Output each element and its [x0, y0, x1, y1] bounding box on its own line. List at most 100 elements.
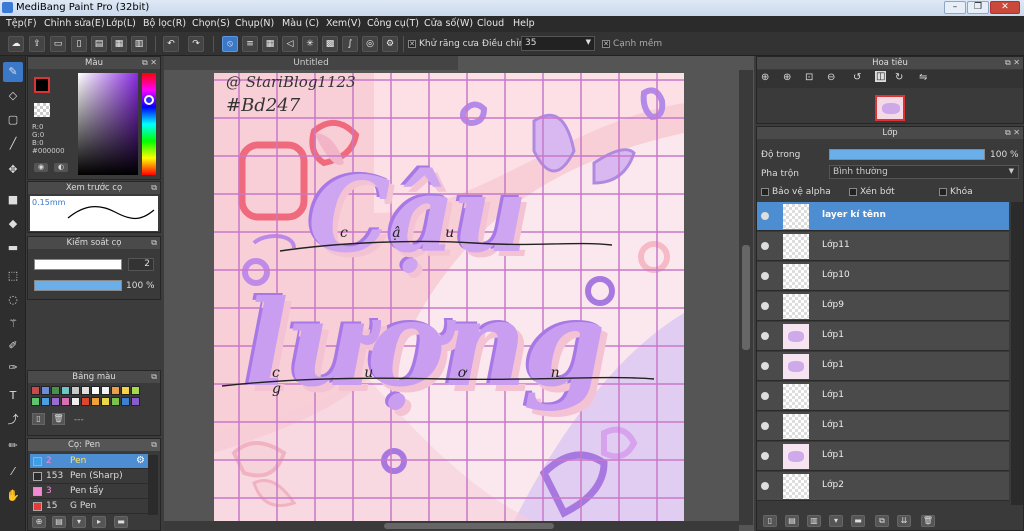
palette-swatch[interactable] — [91, 386, 100, 395]
visibility-eye-icon[interactable] — [761, 392, 769, 400]
merge-down-icon[interactable]: ⇊ — [897, 515, 911, 527]
navigator-thumbnail[interactable] — [875, 95, 905, 121]
palette-swatch[interactable] — [31, 397, 40, 406]
divide-tool-icon[interactable]: ✏ — [3, 436, 23, 456]
palette-swatch[interactable] — [81, 397, 90, 406]
dot-tool-icon[interactable]: ▢ — [3, 110, 23, 130]
foreground-color-swatch[interactable] — [34, 77, 50, 93]
new-layer-icon[interactable]: ▯ — [763, 515, 777, 527]
zoom-in-icon[interactable]: ⊕ — [783, 72, 791, 83]
palette-swatch[interactable] — [101, 397, 110, 406]
saturation-value-picker[interactable] — [78, 73, 138, 175]
folder-icon[interactable]: ▬ — [114, 516, 128, 528]
menu-color[interactable]: Màu (C) — [282, 18, 319, 29]
undock-icon[interactable]: ⧉ — [151, 182, 157, 194]
select-eraser-icon[interactable]: ✑ — [3, 358, 23, 378]
import-brush-icon[interactable]: ▾ — [72, 516, 86, 528]
adjust-select[interactable]: 35 ▼ — [521, 36, 595, 51]
curve-snap-icon[interactable]: ∫ — [342, 36, 358, 52]
new-page-icon[interactable]: ▯ — [71, 36, 87, 52]
palette-swatch[interactable] — [61, 397, 70, 406]
gear-icon[interactable]: ⚙ — [1008, 208, 1009, 223]
layer-row[interactable]: Lớp1 — [757, 442, 1009, 471]
layer-row[interactable]: Lớp9 — [757, 292, 1009, 321]
menu-window[interactable]: Cửa số(W) — [424, 18, 473, 29]
zoom-in-icon[interactable]: ⊕ — [761, 72, 769, 83]
brush-item[interactable]: 2 Pen ⚙ — [30, 454, 148, 469]
comic-page-icon[interactable]: ▦ — [111, 36, 127, 52]
more-icon[interactable]: ▸ — [92, 516, 106, 528]
palette-swatch[interactable] — [81, 386, 90, 395]
circle-snap-icon[interactable]: ◎ — [362, 36, 378, 52]
horizontal-scrollbar[interactable] — [164, 521, 739, 531]
layer-row[interactable]: Lớp1 — [757, 352, 1009, 381]
layer-opacity-slider[interactable] — [829, 149, 985, 160]
visibility-eye-icon[interactable] — [761, 212, 769, 220]
vertical-scrollbar[interactable] — [739, 70, 753, 525]
cross-snap-icon[interactable]: ▦ — [262, 36, 278, 52]
layer-row[interactable]: Lớp10 — [757, 262, 1009, 291]
layer-row[interactable]: Lớp11 — [757, 232, 1009, 261]
palette-swatch[interactable] — [121, 386, 130, 395]
bucket-tool-icon[interactable]: ◆ — [3, 214, 23, 234]
add-more-icon[interactable]: ▾ — [829, 515, 843, 527]
menu-file[interactable]: Tệp(F) — [6, 18, 37, 29]
panel-layout-icon[interactable]: ▥ — [131, 36, 147, 52]
gradient-tool-icon[interactable]: ▬ — [3, 238, 23, 258]
palette-swatch[interactable] — [71, 397, 80, 406]
trash-icon[interactable]: 🗑 — [52, 413, 65, 425]
brush-size-field[interactable]: 2 — [128, 258, 154, 271]
brush-size-slider[interactable] — [34, 259, 122, 270]
menu-view[interactable]: Xem(V) — [326, 18, 361, 29]
share-icon[interactable]: ⇪ — [29, 36, 45, 52]
close-button[interactable]: ✕ — [990, 1, 1020, 14]
redo-icon[interactable]: ↷ — [188, 36, 204, 52]
palette-swatch[interactable] — [31, 386, 40, 395]
palette-swatch[interactable] — [41, 386, 50, 395]
magic-wand-icon[interactable]: ⚚ — [3, 314, 23, 334]
palette-swatch[interactable] — [61, 386, 70, 395]
document-tab[interactable]: Untitled — [164, 56, 458, 70]
layer-row[interactable]: Lớp2 — [757, 472, 1009, 501]
palette-swatch[interactable] — [71, 386, 80, 395]
select-pen-icon[interactable]: ✐ — [3, 336, 23, 356]
comment-icon[interactable]: ▭ — [50, 36, 66, 52]
eye-icon[interactable]: ◉ — [34, 163, 48, 172]
vanishing-point-icon[interactable]: ◁ — [282, 36, 298, 52]
cloud-icon[interactable]: ☁ — [8, 36, 24, 52]
palette-swatch[interactable] — [91, 397, 100, 406]
fill-rect-icon[interactable]: ■ — [3, 190, 23, 210]
snap-off-icon[interactable]: ⦸ — [222, 36, 238, 52]
lock-checkbox[interactable]: Khóa — [939, 187, 973, 197]
palette-swatch[interactable] — [131, 397, 140, 406]
menu-capture[interactable]: Chụp(N) — [235, 18, 274, 29]
add-brush-icon[interactable]: ⊕ — [32, 516, 46, 528]
drawing-canvas[interactable]: @ StariBlog1123 #Bd247 Cậu lượng c ậ u c… — [214, 73, 684, 521]
move-tool-icon[interactable]: ✥ — [3, 160, 23, 180]
copy-brush-icon[interactable]: ▤ — [52, 516, 66, 528]
select-rect-icon[interactable]: ⬚ — [3, 266, 23, 286]
eraser-tool-icon[interactable]: ◇ — [3, 86, 23, 106]
radial-snap-icon[interactable]: ✳ — [302, 36, 318, 52]
brush-opacity-slider[interactable] — [34, 280, 122, 291]
transparent-swatch[interactable] — [34, 103, 50, 117]
palette-swatch[interactable] — [111, 386, 120, 395]
undock-icon[interactable]: ⧉ ✕ — [1005, 57, 1020, 69]
menu-tools[interactable]: Công cụ(T) — [367, 18, 419, 29]
reset-view-icon[interactable]: ◫ — [875, 71, 887, 82]
palette-swatch[interactable] — [51, 386, 60, 395]
visibility-eye-icon[interactable] — [761, 452, 769, 460]
operation-tool-icon[interactable]: ⤴ — [3, 410, 23, 430]
undo-icon[interactable]: ↶ — [163, 36, 179, 52]
new-halftone-layer-icon[interactable]: ▤ — [785, 515, 799, 527]
menu-select[interactable]: Chọn(S) — [192, 18, 230, 29]
visibility-eye-icon[interactable] — [761, 332, 769, 340]
brush-tool-icon[interactable]: ✎ — [3, 62, 23, 82]
menu-edit[interactable]: Chỉnh sửa(E) — [44, 18, 105, 29]
antialias-checkbox[interactable]: ✕ Khử răng cưa — [408, 39, 479, 49]
add-palette-icon[interactable]: ▯ — [32, 413, 45, 425]
palette-swatch[interactable] — [121, 397, 130, 406]
layer-row[interactable]: layer kí tênn ⚙ — [757, 202, 1009, 231]
grid-snap-icon[interactable]: ▩ — [322, 36, 338, 52]
text-tool-icon[interactable]: T — [3, 386, 23, 406]
